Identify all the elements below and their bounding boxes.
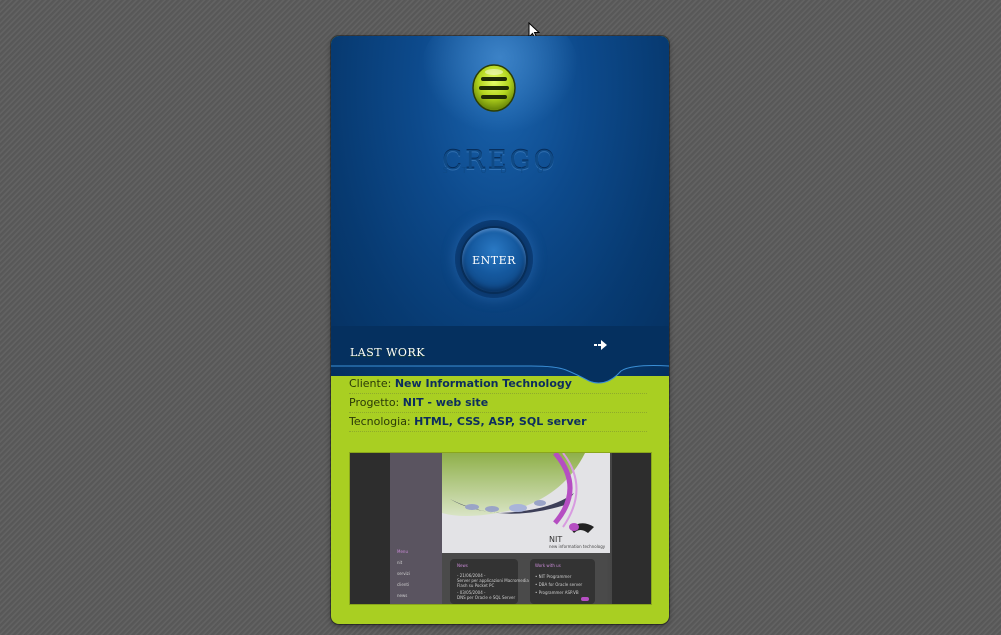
thumb-menu-item: nit bbox=[397, 560, 403, 565]
info-row-technology: Tecnologia: HTML, CSS, ASP, SQL server bbox=[349, 414, 647, 432]
client-label: Cliente: bbox=[349, 377, 392, 390]
client-value: New Information Technology bbox=[394, 377, 572, 390]
last-work-title: LAST WORK bbox=[350, 346, 425, 359]
thumb-work-title: Work with us bbox=[535, 563, 561, 568]
thumb-work-item: • Programmer ASP.VB bbox=[535, 590, 579, 595]
thumb-menu-item: news bbox=[397, 593, 408, 598]
blue-header-panel: CREGO STUDIO ENTER bbox=[331, 36, 669, 376]
thumb-menu-title: Menu bbox=[397, 549, 408, 554]
thumb-news-title: News bbox=[457, 563, 468, 568]
technology-value: HTML, CSS, ASP, SQL server bbox=[414, 415, 587, 428]
thumb-menu-item: servizi bbox=[397, 571, 410, 576]
project-value: NIT - web site bbox=[402, 396, 489, 409]
crego-logo-icon[interactable] bbox=[469, 63, 519, 113]
project-label: Progetto: bbox=[349, 396, 400, 409]
thumb-logo: NIT bbox=[549, 535, 563, 544]
technology-label: Tecnologia: bbox=[349, 415, 411, 428]
thumb-tagline: new information technology bbox=[549, 544, 606, 549]
enter-button[interactable]: ENTER bbox=[462, 228, 526, 292]
project-info: Cliente: New Information Technology Prog… bbox=[349, 376, 647, 433]
project-thumbnail[interactable]: NIT new information technology Menu nit … bbox=[349, 452, 652, 605]
thumb-menu-item: clienti bbox=[397, 582, 410, 587]
thumb-work-item: • NIT Programmer bbox=[535, 574, 572, 579]
arrow-right-icon[interactable] bbox=[594, 339, 608, 351]
thumb-work-item: • DBA for Oracle server bbox=[535, 582, 583, 587]
thumb-news-line: DNS per Oracle e SQL Server bbox=[457, 595, 516, 600]
brand-subtitle: STUDIO bbox=[442, 166, 558, 175]
info-row-project: Progetto: NIT - web site bbox=[349, 395, 647, 413]
thumb-news-line: Flash su Pocket PC bbox=[457, 583, 495, 588]
info-row-client: Cliente: New Information Technology bbox=[349, 376, 647, 394]
splash-card: CREGO STUDIO ENTER LAST WORK Cliente: Ne… bbox=[331, 36, 669, 624]
